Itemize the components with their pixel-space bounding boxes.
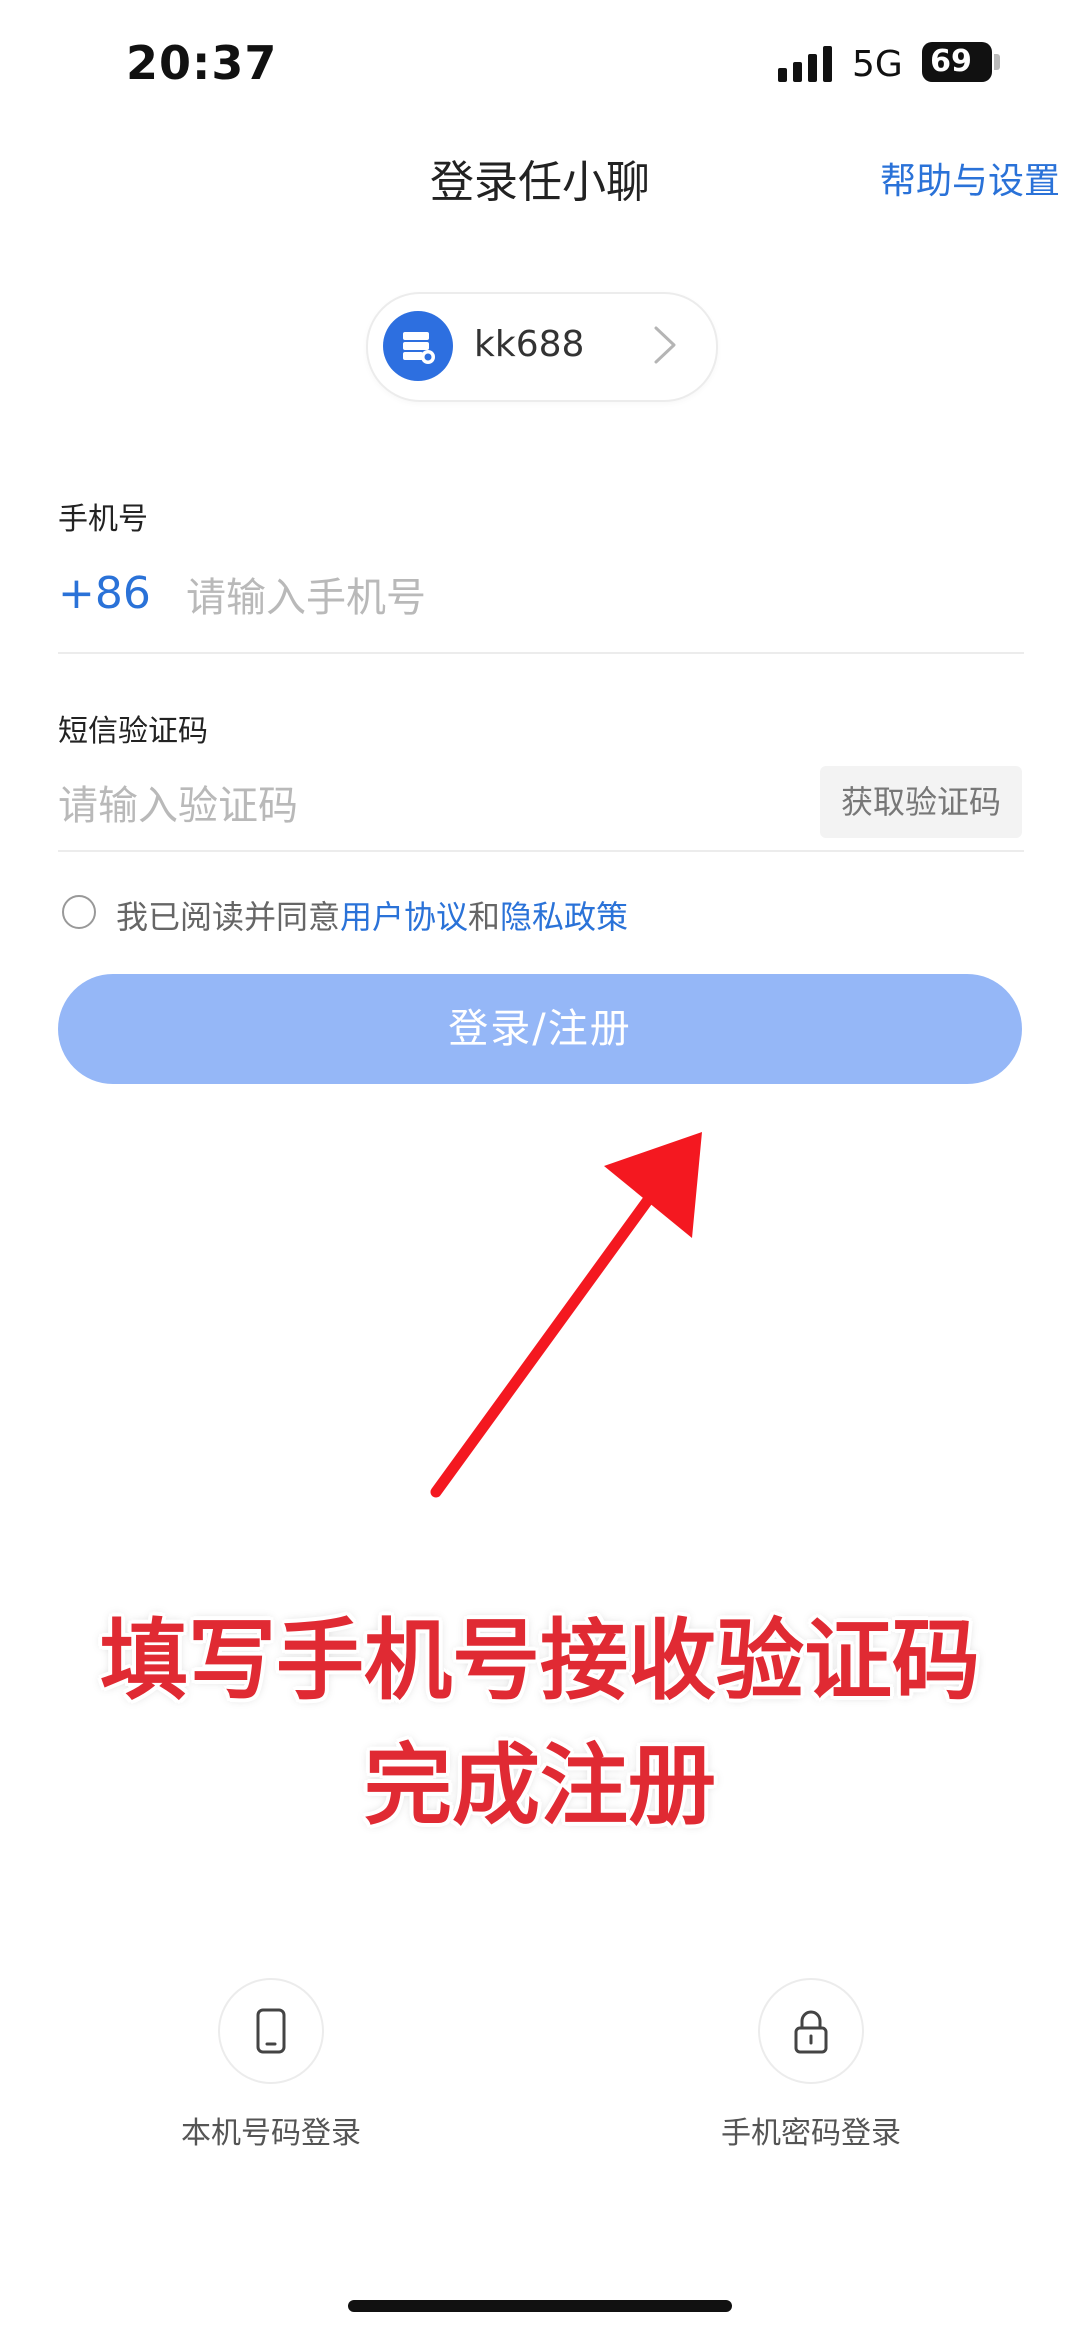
divider xyxy=(58,652,1024,654)
phone-input[interactable] xyxy=(186,568,886,628)
annotation-line-2: 完成注册 xyxy=(363,1734,716,1837)
phone-password-login-button[interactable] xyxy=(758,1978,864,2084)
user-agreement-link[interactable]: 用户协议 xyxy=(340,898,468,936)
agreement-prefix: 我已阅读并同意 xyxy=(116,898,341,936)
code-label: 短信验证码 xyxy=(58,714,208,749)
country-code[interactable]: +86 xyxy=(58,568,151,619)
agree-checkbox[interactable] xyxy=(62,895,96,929)
phone-icon xyxy=(256,2008,286,2054)
phone-label: 手机号 xyxy=(58,502,148,537)
annotation-line-1: 填写手机号接收验证码 xyxy=(99,1609,980,1712)
agreement-text: 我已阅读并同意用户协议和隐私政策 xyxy=(116,892,628,938)
code-input[interactable] xyxy=(58,776,758,836)
divider xyxy=(58,850,1024,852)
server-name: kk688 xyxy=(474,324,585,365)
server-icon xyxy=(383,311,453,381)
privacy-policy-link[interactable]: 隐私政策 xyxy=(500,898,628,936)
status-time: 20:37 xyxy=(126,36,278,90)
network-type: 5G xyxy=(852,44,903,85)
login-register-button[interactable]: 登录/注册 xyxy=(58,974,1022,1084)
cellular-signal-icon xyxy=(778,46,832,82)
local-number-login-label: 本机号码登录 xyxy=(181,2116,361,2151)
get-code-button[interactable]: 获取验证码 xyxy=(820,766,1022,838)
chevron-right-icon xyxy=(654,326,676,364)
help-settings-link[interactable]: 帮助与设置 xyxy=(880,152,1060,204)
local-number-login-button[interactable] xyxy=(218,1978,324,2084)
home-indicator xyxy=(348,2300,732,2312)
agreement-and: 和 xyxy=(468,898,501,936)
phone-password-login-label: 手机密码登录 xyxy=(721,2116,901,2151)
battery-tip xyxy=(994,54,1000,70)
lock-icon xyxy=(794,2010,828,2054)
battery-level: 69 xyxy=(930,44,972,79)
